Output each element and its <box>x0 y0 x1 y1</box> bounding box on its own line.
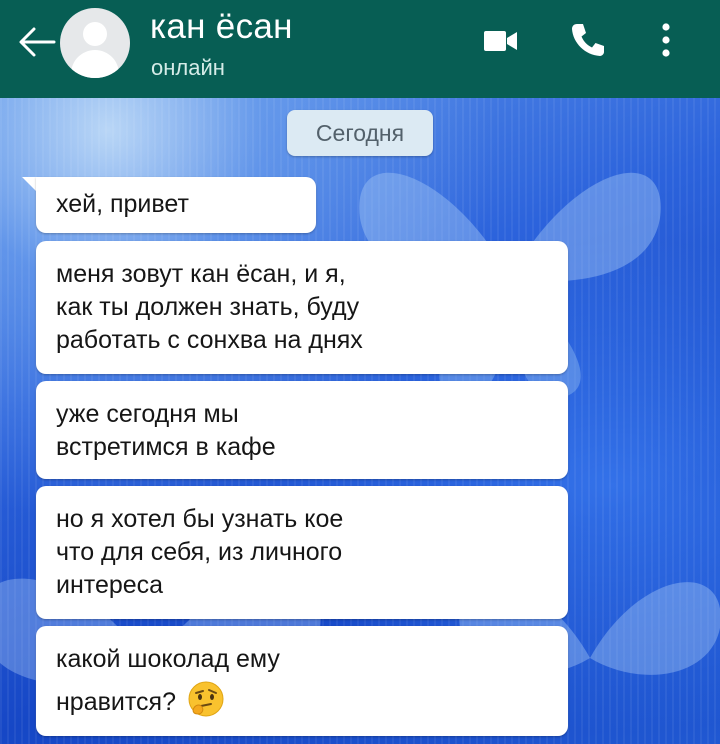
message-line: хей, привет <box>56 190 189 218</box>
message-line: какой шоколад ему <box>56 645 280 673</box>
message-line: уже сегодня мы <box>56 400 239 428</box>
message-line: нравится? <box>56 688 176 716</box>
contact-name[interactable]: кан ёсан <box>150 4 293 50</box>
back-arrow-icon[interactable] <box>16 24 56 60</box>
video-call-icon[interactable] <box>484 28 518 54</box>
message-bubble[interactable]: хей, привет <box>36 177 316 233</box>
message-line: как ты должен знать, буду <box>56 293 360 321</box>
more-vert-icon[interactable] <box>654 20 678 60</box>
message-line: встретимся в кафе <box>56 433 276 461</box>
message-line: меня зовут кан ёсан, и я, <box>56 260 346 288</box>
message-line: но я хотел бы узнать кое <box>56 505 344 533</box>
contact-status: онлайн <box>151 55 225 80</box>
date-separator: Сегодня <box>287 110 433 156</box>
message-bubble[interactable]: какой шоколад ему нравится? <box>36 626 568 736</box>
message-line-with-emoji: нравится? <box>56 680 548 719</box>
message-line: работать с сонхва на днях <box>56 326 363 354</box>
message-bubble[interactable]: но я хотел бы узнать кое что для себя, и… <box>36 486 568 619</box>
chat-header: кан ёсан онлайн <box>0 0 720 98</box>
message-bubble[interactable]: меня зовут кан ёсан, и я, как ты должен … <box>36 241 568 374</box>
message-bubble[interactable]: уже сегодня мы встретимся в кафе <box>36 381 568 479</box>
message-line: интереса <box>56 571 164 599</box>
avatar[interactable] <box>60 8 130 78</box>
thinking-face-emoji <box>188 681 224 717</box>
voice-call-icon[interactable] <box>568 20 608 60</box>
message-line: что для себя, из личного <box>56 538 343 566</box>
